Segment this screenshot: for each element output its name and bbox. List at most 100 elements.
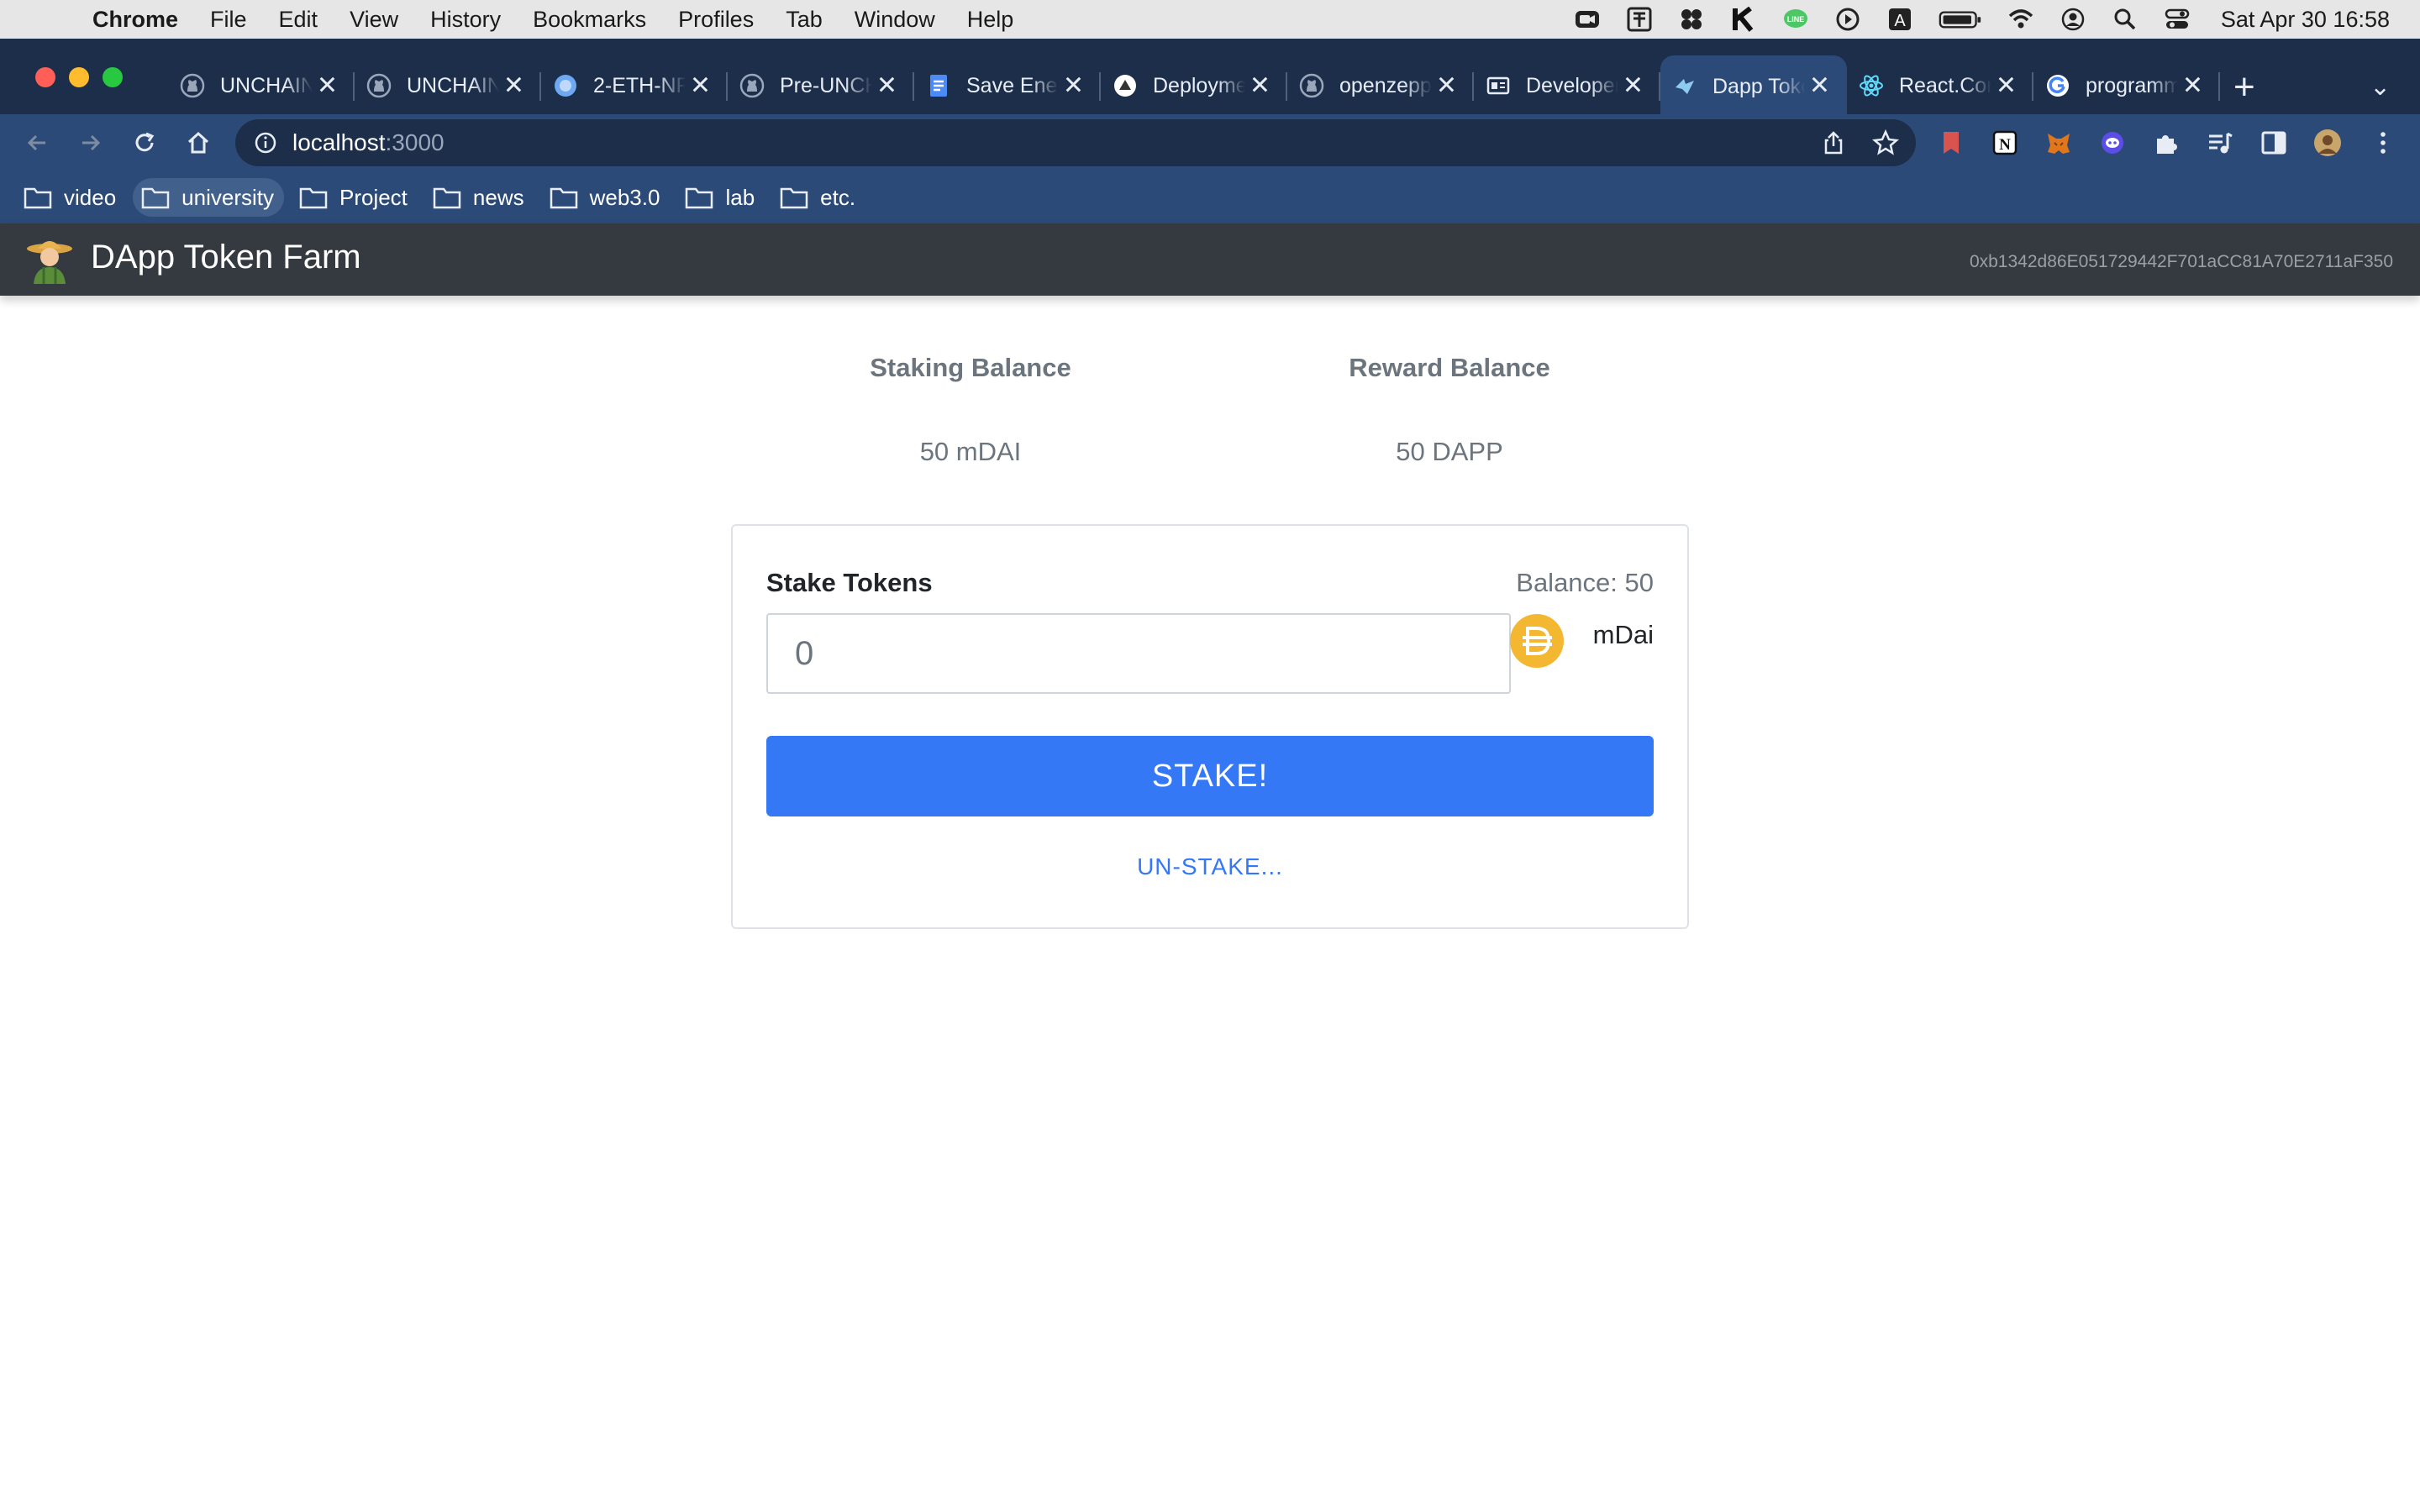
menu-file[interactable]: File	[210, 7, 247, 33]
chrome-menu-kebab-icon[interactable]	[2366, 124, 2400, 161]
close-tab-icon[interactable]: ✕	[690, 71, 711, 101]
reload-icon[interactable]	[126, 124, 163, 161]
close-tab-icon[interactable]: ✕	[1249, 71, 1270, 101]
metamask-fox-icon[interactable]	[2042, 124, 2075, 161]
bookmark-etc[interactable]: etc.	[771, 178, 865, 217]
tab-search-chevron-down-icon[interactable]: ⌄	[2370, 72, 2391, 102]
control-center-icon[interactable]	[2162, 7, 2192, 32]
close-tab-icon[interactable]: ✕	[1063, 71, 1084, 101]
input-source-icon[interactable]: A	[1885, 7, 1915, 32]
share-icon[interactable]	[1820, 129, 1847, 156]
github-icon	[180, 73, 205, 98]
spotlight-icon[interactable]	[2110, 7, 2140, 32]
site-info-icon[interactable]	[254, 131, 277, 155]
tab-react-component[interactable]: React.Component ✕	[1847, 60, 2033, 111]
forward-arrow-icon[interactable]	[72, 124, 109, 161]
tab-programming[interactable]: programming ✕	[2033, 60, 2220, 111]
bookmark-video[interactable]: video	[15, 178, 126, 217]
folder-icon	[141, 187, 170, 209]
bookmark-university[interactable]: university	[133, 178, 284, 217]
github-icon	[1299, 73, 1324, 98]
close-window-button[interactable]	[35, 67, 55, 87]
play-icon[interactable]	[1833, 7, 1863, 32]
butterfly-icon[interactable]	[1676, 7, 1707, 32]
menu-window[interactable]: Window	[855, 7, 935, 33]
tab-openzeppelin[interactable]: openzeppelin ✕	[1287, 60, 1474, 111]
bookmark-web3[interactable]: web3.0	[541, 178, 671, 217]
menu-app-chrome[interactable]: Chrome	[92, 7, 178, 33]
tab-deployment[interactable]: Deployment ✕	[1101, 60, 1287, 111]
wifi-icon[interactable]	[2006, 7, 2036, 32]
app-navbar: DApp Token Farm 0xb1342d86E051729442F701…	[0, 223, 2420, 296]
tab-title: programming	[2086, 73, 2178, 97]
close-tab-icon[interactable]: ✕	[503, 71, 524, 101]
deploy-icon	[1113, 73, 1138, 98]
react-icon	[1859, 73, 1884, 98]
zoom-window-button[interactable]	[103, 67, 123, 87]
tab-developer[interactable]: Developer ✕	[1474, 60, 1660, 111]
close-tab-icon[interactable]: ✕	[317, 71, 338, 101]
tab-title: Dapp Token Farm	[1712, 74, 1805, 98]
line-icon[interactable]: LINE	[1781, 7, 1811, 32]
farmer-logo-icon	[27, 241, 72, 284]
tab-2-eth-nft[interactable]: 2-ETH-NFT ✕	[541, 60, 728, 111]
zoom-icon[interactable]	[1572, 7, 1602, 32]
notes-icon[interactable]	[1624, 7, 1655, 32]
folder-icon	[686, 187, 713, 209]
tab-dapp-token-farm[interactable]: Dapp Token Farm ✕	[1660, 55, 1847, 116]
stake-button[interactable]: STAKE!	[766, 736, 1654, 816]
new-tab-plus-icon[interactable]: +	[2233, 69, 2255, 106]
bookmark-star-icon[interactable]	[1872, 129, 1899, 156]
menu-edit[interactable]: Edit	[279, 7, 318, 33]
staking-balance-column: Staking Balance 50 mDAI	[802, 353, 1139, 467]
app-brand[interactable]: DApp Token Farm	[91, 239, 361, 276]
reward-balance-value: 50 DAPP	[1396, 437, 1503, 466]
close-tab-icon[interactable]: ✕	[1809, 71, 1830, 101]
tab-save-energy[interactable]: Save Energy ✕	[914, 60, 1101, 111]
close-tab-icon[interactable]: ✕	[876, 71, 897, 101]
extensions-puzzle-icon[interactable]	[2149, 124, 2183, 161]
notion-icon[interactable]: N	[1988, 124, 2022, 161]
bookmark-project[interactable]: Project	[291, 178, 418, 217]
menu-tab[interactable]: Tab	[786, 7, 823, 33]
bookmark-label: web3.0	[589, 184, 660, 210]
reward-balance-header: Reward Balance	[1349, 353, 1550, 382]
media-controls-icon[interactable]	[2203, 124, 2237, 161]
unstake-link[interactable]: UN-STAKE...	[733, 853, 1687, 880]
chrome-toolbar: localhost:3000 N	[0, 114, 2420, 171]
menu-bookmarks[interactable]: Bookmarks	[533, 7, 646, 33]
tab-unchain-1[interactable]: UNCHAIN ✕	[168, 60, 355, 111]
side-panel-icon[interactable]	[2257, 124, 2291, 161]
card-icon	[1486, 73, 1511, 98]
stake-card: Stake Tokens Balance: 50 mDai STAKE! UN-…	[731, 524, 1689, 929]
close-tab-icon[interactable]: ✕	[1996, 71, 2017, 101]
tab-pre-unchain[interactable]: Pre-UNCHAIN ✕	[728, 60, 914, 111]
menu-help[interactable]: Help	[967, 7, 1014, 33]
dai-token-icon	[1510, 614, 1564, 668]
tab-title: Save Energy	[966, 73, 1059, 97]
menubar-clock[interactable]: Sat Apr 30 16:58	[2221, 7, 2390, 33]
minimize-window-button[interactable]	[69, 67, 89, 87]
bookmark-extension-icon[interactable]	[1934, 124, 1968, 161]
close-tab-icon[interactable]: ✕	[1436, 71, 1457, 101]
k-icon[interactable]	[1728, 7, 1759, 32]
url-text[interactable]: localhost:3000	[292, 129, 445, 156]
token-name: mDai	[1592, 620, 1654, 649]
stake-amount-input[interactable]	[766, 613, 1511, 694]
tab-unchain-2[interactable]: UNCHAIN ✕	[355, 60, 541, 111]
menu-view[interactable]: View	[350, 7, 398, 33]
bookmark-news[interactable]: news	[424, 178, 534, 217]
battery-icon[interactable]	[1937, 7, 1984, 32]
tab-title: Pre-UNCHAIN	[780, 73, 872, 97]
close-tab-icon[interactable]: ✕	[2182, 71, 2203, 101]
address-bar[interactable]: localhost:3000	[235, 119, 1916, 166]
user-icon[interactable]	[2058, 7, 2088, 32]
close-tab-icon[interactable]: ✕	[1623, 71, 1644, 101]
home-icon[interactable]	[180, 124, 217, 161]
bookmark-lab[interactable]: lab	[676, 178, 765, 217]
menu-history[interactable]: History	[430, 7, 501, 33]
back-arrow-icon[interactable]	[18, 124, 55, 161]
profile-avatar[interactable]	[2311, 124, 2344, 161]
menu-profiles[interactable]: Profiles	[678, 7, 754, 33]
ghost-extension-icon[interactable]	[2096, 124, 2129, 161]
